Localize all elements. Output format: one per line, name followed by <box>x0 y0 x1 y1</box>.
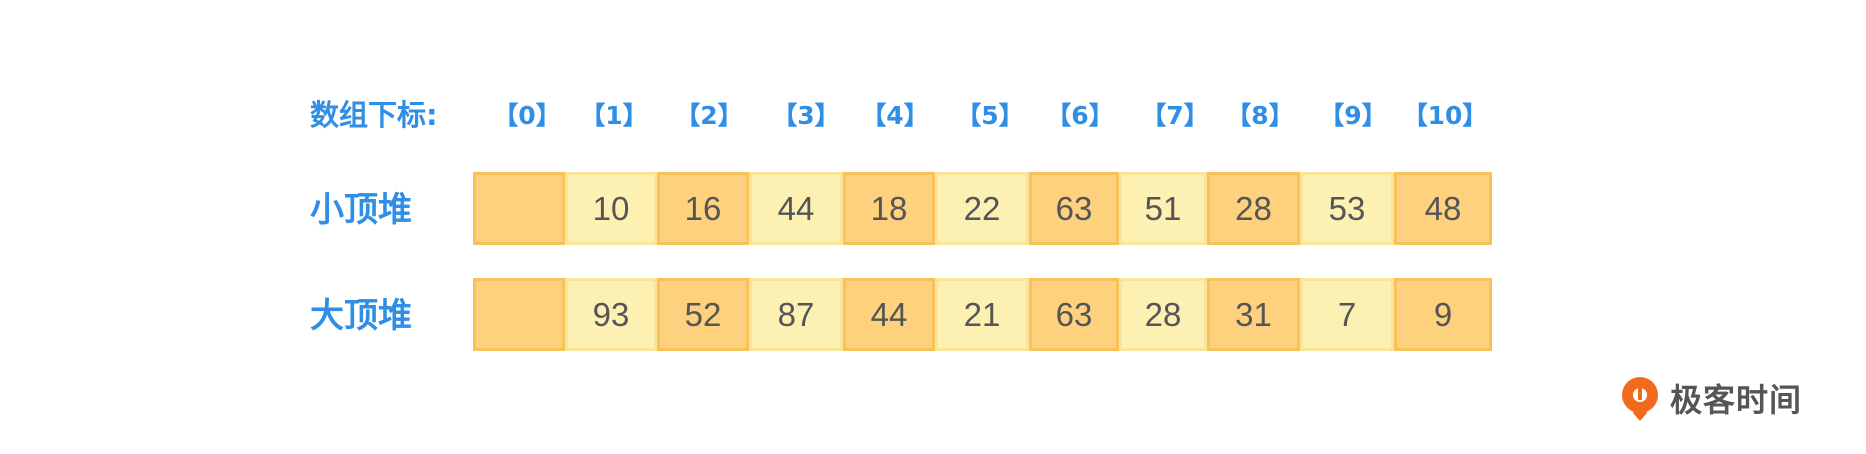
index-label-0: 【0】 <box>493 101 561 130</box>
max-heap-cell-9: 7 <box>1300 278 1394 351</box>
index-label-4: 【4】 <box>861 101 929 130</box>
max-heap-cell-8: 31 <box>1207 278 1300 351</box>
max-heap-cell-10: 9 <box>1394 278 1492 351</box>
index-label-9: 【9】 <box>1319 101 1387 130</box>
min-heap-cell-4: 18 <box>843 172 935 245</box>
geektime-logo-icon <box>1622 377 1658 421</box>
max-heap-cell-3: 87 <box>749 278 843 351</box>
max-heap-label: 大顶堆 <box>310 296 412 336</box>
max-heap-cell-4: 44 <box>843 278 935 351</box>
geektime-logo-text: 极客时间 <box>1670 381 1803 419</box>
index-label-1: 【1】 <box>580 101 648 130</box>
index-label-8: 【8】 <box>1226 101 1294 130</box>
max-heap-cell-2: 52 <box>657 278 749 351</box>
max-heap-cell-5: 21 <box>935 278 1029 351</box>
min-heap-cell-1: 10 <box>565 172 657 245</box>
index-label-2: 【2】 <box>675 101 743 130</box>
min-heap-cell-0 <box>473 172 565 245</box>
min-heap-cell-10: 48 <box>1394 172 1492 245</box>
min-heap-cell-7: 51 <box>1119 172 1207 245</box>
min-heap-array: 10 16 44 18 22 63 51 28 53 48 <box>473 172 1492 245</box>
min-heap-cell-9: 53 <box>1300 172 1394 245</box>
index-label-3: 【3】 <box>772 101 840 130</box>
min-heap-cell-2: 16 <box>657 172 749 245</box>
max-heap-cell-7: 28 <box>1119 278 1207 351</box>
min-heap-cell-5: 22 <box>935 172 1029 245</box>
max-heap-array: 93 52 87 44 21 63 28 31 7 9 <box>473 278 1492 351</box>
index-label-10: 【10】 <box>1402 101 1488 130</box>
array-index-title: 数组下标: <box>310 98 438 132</box>
index-label-5: 【5】 <box>956 101 1024 130</box>
index-label-7: 【7】 <box>1141 101 1209 130</box>
min-heap-cell-8: 28 <box>1207 172 1300 245</box>
max-heap-cell-0 <box>473 278 565 351</box>
index-label-6: 【6】 <box>1046 101 1114 130</box>
min-heap-label: 小顶堆 <box>310 190 412 230</box>
max-heap-cell-1: 93 <box>565 278 657 351</box>
min-heap-cell-6: 63 <box>1029 172 1119 245</box>
max-heap-cell-6: 63 <box>1029 278 1119 351</box>
min-heap-cell-3: 44 <box>749 172 843 245</box>
geektime-logo: 极客时间 <box>1618 374 1802 422</box>
